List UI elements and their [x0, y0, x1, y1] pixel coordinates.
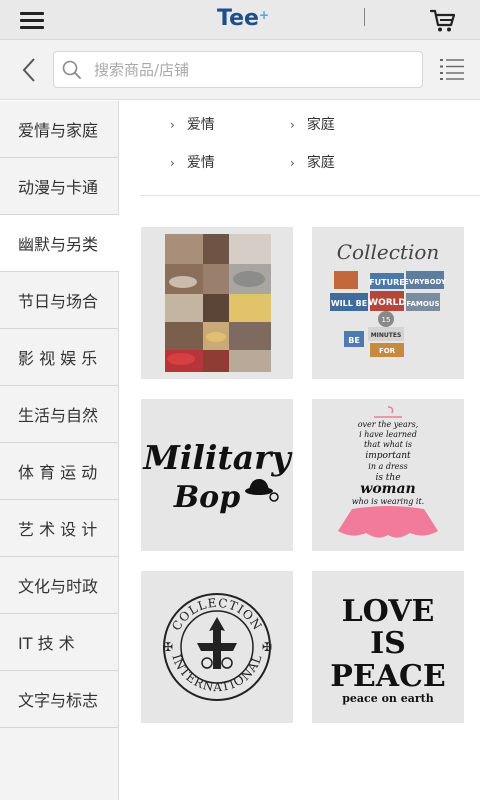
chevron-right-icon: › — [290, 118, 295, 132]
sticker-word: FUTURE — [369, 278, 405, 287]
sticker-word: EVRYBODY — [404, 278, 447, 286]
sidebar-item-label: 爱情与家庭 — [18, 121, 99, 140]
quote-text: woman — [360, 481, 415, 497]
sidebar-item-label: 文化与时政 — [18, 577, 99, 596]
cart-icon[interactable] — [429, 9, 456, 33]
topbar-divider — [364, 8, 365, 26]
sidebar-item-label: 生活与自然 — [18, 406, 99, 425]
back-icon[interactable] — [18, 56, 42, 84]
sidebar-item-label: 艺 术 设 计 — [18, 520, 98, 539]
chevron-right-icon: › — [170, 118, 175, 132]
design-text-line1: LOVE — [342, 594, 435, 629]
sidebar-item-label: IT 技 术 — [18, 634, 75, 653]
sticker-word: BE — [348, 336, 360, 345]
sidebar-item-label: 节日与场合 — [18, 292, 99, 311]
chevron-right-icon: › — [290, 156, 295, 170]
subcategory-label: 家庭 — [306, 117, 335, 133]
product-love-is-peace: LOVE IS PEACE peace on earth — [330, 594, 445, 705]
search-input[interactable] — [94, 58, 414, 82]
sidebar-item-sports[interactable]: 体 育 运 动 — [0, 443, 118, 500]
sidebar-item-label: 体 育 运 动 — [18, 463, 98, 482]
search-icon — [62, 60, 82, 80]
sticker-word: MINUTES — [371, 332, 402, 339]
product-card[interactable]: COLLECTION INTERNATIONAL ✠ ✠ — [141, 571, 293, 723]
design-text-line2: Bop — [173, 480, 240, 515]
design-text-line2: IS — [370, 626, 406, 661]
sidebar-item-film-entertainment[interactable]: 影 视 娱 乐 — [0, 329, 118, 386]
product-card[interactable]: Military Bop — [141, 399, 293, 551]
sidebar-item-label: 幽默与另类 — [18, 235, 99, 254]
top-bar: Tee+ — [0, 0, 480, 40]
quote-text: who is wearing it. — [352, 497, 424, 506]
sticker-word: 15 — [382, 316, 391, 324]
menu-icon[interactable] — [20, 12, 44, 30]
product-military-bop: Military Bop — [142, 438, 293, 515]
sidebar-item-anime-cartoon[interactable]: 动漫与卡通 — [0, 158, 118, 215]
subcategory-list: › 爱情 › 家庭 › 爱情 › 家庭 — [140, 101, 480, 196]
product-dress-quote: over the years, i have learned that what… — [338, 406, 438, 538]
collection-word: Collection — [337, 240, 440, 264]
design-text-line3: PEACE — [330, 659, 445, 694]
sidebar-item-culture-politics[interactable]: 文化与时政 — [0, 557, 118, 614]
search-box[interactable] — [53, 51, 423, 88]
sticker-word: WILL BE — [331, 299, 367, 308]
sticker-word: FOR — [379, 347, 396, 355]
emblem-cross-icon: ✠ — [262, 640, 272, 654]
sticker-word: WORLD — [368, 298, 406, 308]
product-photo-collage — [165, 234, 271, 372]
quote-text: i have learned — [359, 430, 417, 439]
category-sidebar: 爱情与家庭 动漫与卡通 幽默与另类 节日与场合 影 视 娱 乐 生活与自然 体 … — [0, 101, 119, 800]
sticker-word: FAMOUS — [406, 300, 439, 308]
sidebar-item-it-tech[interactable]: IT 技 术 — [0, 614, 118, 671]
design-text-line4: peace on earth — [342, 692, 434, 705]
brand-text: Tee — [217, 6, 259, 31]
sidebar-item-life-nature[interactable]: 生活与自然 — [0, 386, 118, 443]
product-collection-emblem: COLLECTION INTERNATIONAL ✠ ✠ — [163, 593, 272, 701]
quote-text: that what is — [364, 440, 412, 449]
emblem-cross-icon: ✠ — [163, 640, 173, 654]
subcategory-label: 家庭 — [306, 155, 335, 171]
subcategory-tag[interactable]: › 家庭 — [290, 114, 335, 134]
brand-plus: + — [258, 8, 269, 22]
sidebar-item-humor-alternative[interactable]: 幽默与另类 — [0, 215, 119, 272]
product-card[interactable]: Collection FUTURE EVRYBODY WILL BE WORLD… — [312, 227, 464, 379]
quote-text: important — [365, 451, 411, 461]
quote-text: in a dress — [368, 462, 407, 471]
subcategory-label: 爱情 — [186, 155, 215, 171]
sidebar-item-text-logo[interactable]: 文字与标志 — [0, 671, 118, 728]
sidebar-item-holiday-occasion[interactable]: 节日与场合 — [0, 272, 118, 329]
list-view-icon[interactable] — [440, 58, 464, 80]
sidebar-item-art-design[interactable]: 艺 术 设 计 — [0, 500, 118, 557]
subcategory-tag[interactable]: › 家庭 — [290, 152, 335, 172]
subcategory-tag[interactable]: › 爱情 — [170, 152, 215, 172]
design-text-line1: Military — [142, 438, 293, 477]
product-card[interactable]: over the years, i have learned that what… — [312, 399, 464, 551]
subcategory-tag[interactable]: › 爱情 — [170, 114, 215, 134]
product-card[interactable] — [141, 227, 293, 379]
quote-text: over the years, — [358, 420, 419, 429]
brand-logo[interactable]: Tee+ — [217, 6, 269, 31]
sidebar-item-love-family[interactable]: 爱情与家庭 — [0, 101, 118, 158]
product-collection-stickers: Collection FUTURE EVRYBODY WILL BE WORLD… — [330, 240, 447, 357]
chevron-right-icon: › — [170, 156, 175, 170]
sidebar-item-label: 影 视 娱 乐 — [18, 349, 98, 368]
sidebar-item-label: 动漫与卡通 — [18, 178, 99, 197]
search-bar — [0, 40, 480, 100]
subcategory-label: 爱情 — [186, 117, 215, 133]
product-card[interactable]: LOVE IS PEACE peace on earth — [312, 571, 464, 723]
sidebar-item-label: 文字与标志 — [18, 691, 99, 710]
